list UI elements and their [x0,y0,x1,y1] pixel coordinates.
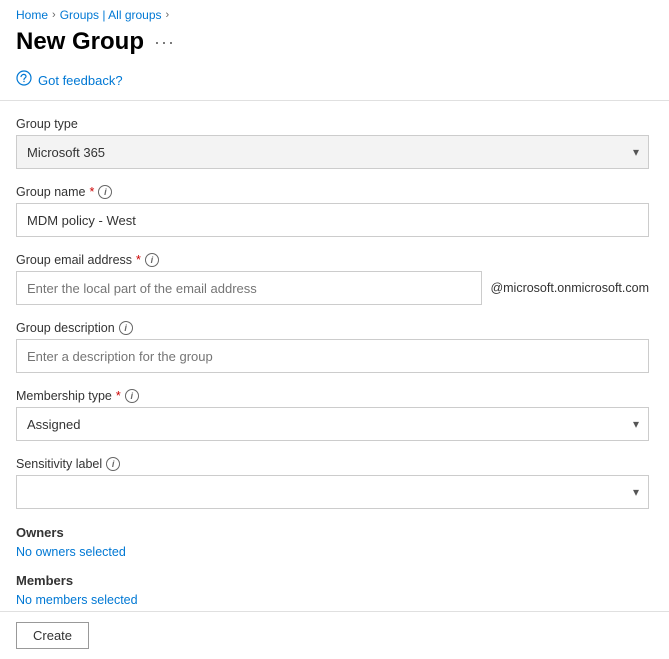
breadcrumb-groups[interactable]: Groups | All groups [60,8,162,22]
members-section: Members No members selected [16,573,649,607]
group-name-info-icon[interactable]: i [98,185,112,199]
form-area: Group type Microsoft 365 Security Mail-e… [0,101,669,611]
create-button[interactable]: Create [16,622,89,649]
sensitivity-label-select-wrapper: ▾ [16,475,649,509]
group-email-required: * [136,253,141,267]
breadcrumb-sep-1: › [52,9,56,21]
sensitivity-label-info-icon[interactable]: i [106,457,120,471]
membership-type-label: Membership type * i [16,389,649,403]
breadcrumb-home[interactable]: Home [16,8,48,22]
group-name-label: Group name * i [16,185,649,199]
group-name-field: Group name * i [16,185,649,237]
membership-type-field: Membership type * i Assigned Dynamic Use… [16,389,649,441]
email-row: @microsoft.onmicrosoft.com [16,271,649,305]
owners-section: Owners No owners selected [16,525,649,559]
no-owners-link[interactable]: No owners selected [16,545,126,559]
no-members-link[interactable]: No members selected [16,593,138,607]
group-name-input[interactable] [16,203,649,237]
group-email-info-icon[interactable]: i [145,253,159,267]
sensitivity-label-field: Sensitivity label i ▾ [16,457,649,509]
owners-title: Owners [16,525,649,540]
group-type-label: Group type [16,117,649,131]
group-email-input[interactable] [16,271,482,305]
group-name-required: * [89,185,94,199]
group-description-field: Group description i [16,321,649,373]
feedback-bar[interactable]: Got feedback? [0,64,669,101]
group-type-select-wrapper: Microsoft 365 Security Mail-enabled secu… [16,135,649,169]
group-type-select[interactable]: Microsoft 365 Security Mail-enabled secu… [16,135,649,169]
membership-type-select-wrapper: Assigned Dynamic User Dynamic Device ▾ [16,407,649,441]
membership-type-required: * [116,389,121,403]
page-wrapper: Home › Groups | All groups › New Group ·… [0,0,669,659]
members-title: Members [16,573,649,588]
page-title: New Group [16,28,144,56]
group-description-input[interactable] [16,339,649,373]
breadcrumb-sep-2: › [166,9,170,21]
email-suffix: @microsoft.onmicrosoft.com [490,281,649,295]
membership-type-info-icon[interactable]: i [125,389,139,403]
feedback-label[interactable]: Got feedback? [38,73,123,88]
group-type-field: Group type Microsoft 365 Security Mail-e… [16,117,649,169]
more-options-icon[interactable]: ··· [154,32,175,53]
feedback-icon [16,70,32,90]
sensitivity-label-select[interactable] [16,475,649,509]
group-description-info-icon[interactable]: i [119,321,133,335]
group-email-label: Group email address * i [16,253,649,267]
page-header: New Group ··· [0,26,669,64]
group-description-label: Group description i [16,321,649,335]
sensitivity-label-label: Sensitivity label i [16,457,649,471]
breadcrumb: Home › Groups | All groups › [0,0,669,26]
footer-bar: Create [0,611,669,659]
group-email-field: Group email address * i @microsoft.onmic… [16,253,649,305]
membership-type-select[interactable]: Assigned Dynamic User Dynamic Device [16,407,649,441]
